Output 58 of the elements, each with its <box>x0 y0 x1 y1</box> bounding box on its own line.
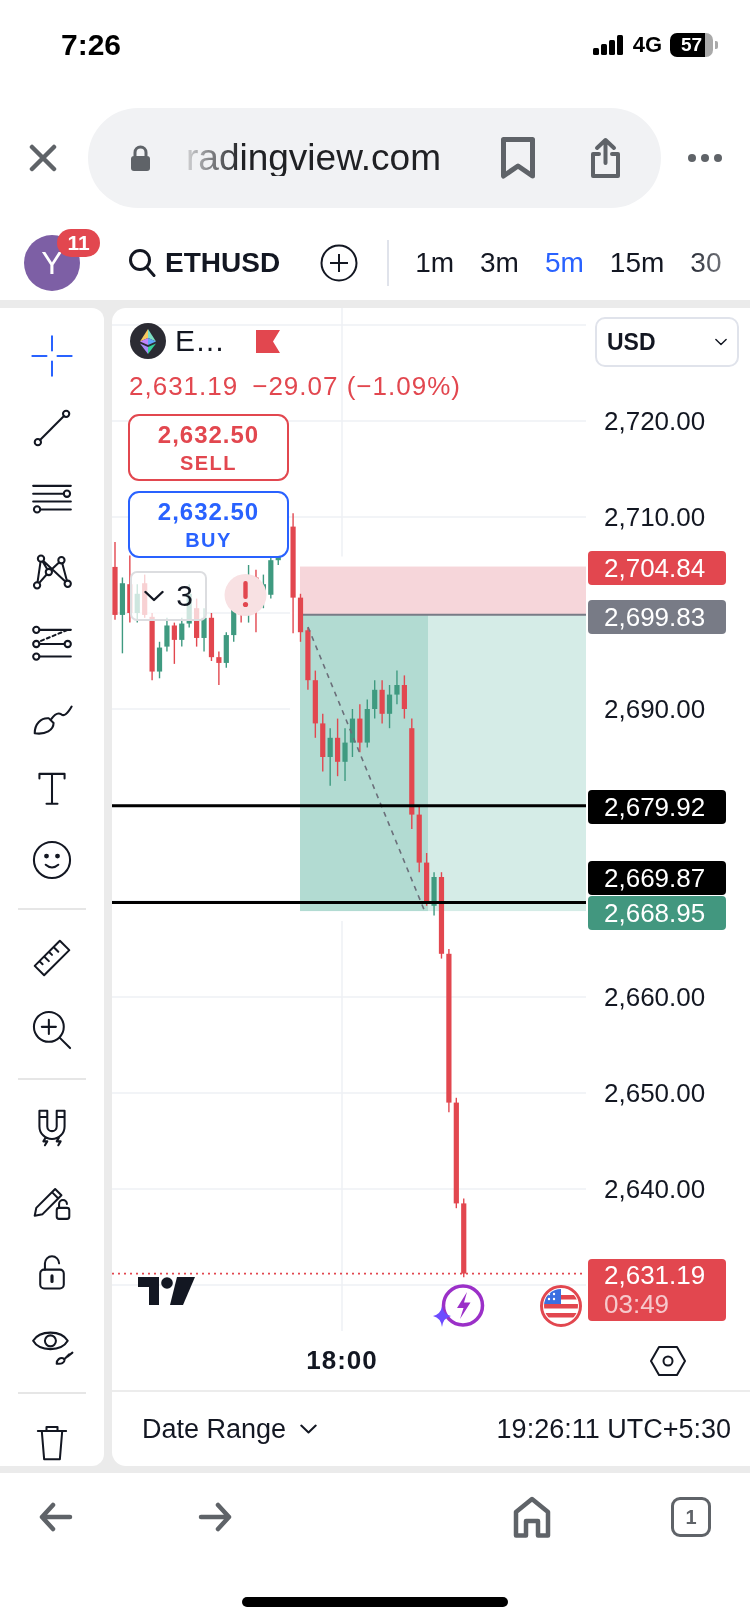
interval-tab[interactable]: 3m <box>480 248 519 277</box>
lightning-icon[interactable] <box>433 1283 485 1328</box>
logo-icon <box>138 1276 195 1305</box>
buy-button[interactable]: 2,632.50 BUY <box>128 491 289 558</box>
price-tick-label: 2,650.00 <box>604 1078 706 1108</box>
network-label: 4G <box>632 34 662 56</box>
url-text[interactable]: radingview.com <box>186 139 441 176</box>
price-tag: 2,669.87 <box>588 861 726 895</box>
arrow-left-icon[interactable] <box>39 1502 73 1532</box>
price-tick-label: 2,690.00 <box>604 694 706 724</box>
flag-icon[interactable] <box>256 329 280 353</box>
price-tick-label: 2,720.00 <box>604 406 706 436</box>
chevron-down-icon <box>715 338 727 346</box>
price-tag: 2,704.84 <box>588 551 726 585</box>
signal-icon <box>592 35 624 55</box>
bookmark-icon[interactable] <box>500 135 536 180</box>
arrow-right-icon[interactable] <box>198 1502 232 1532</box>
price-tick-label: 2,660.00 <box>604 982 706 1012</box>
price-tag: 2,668.95 <box>588 896 726 930</box>
interval-tab[interactable]: 1m <box>415 248 455 277</box>
crosshair-icon[interactable] <box>30 334 74 378</box>
settings-icon[interactable] <box>650 1344 686 1377</box>
smiley-icon[interactable] <box>30 838 74 882</box>
interval-tab[interactable]: 30 <box>690 248 722 277</box>
time-tick-label: 18:00 <box>306 1347 378 1373</box>
address-bar[interactable]: radingview.com <box>88 107 661 208</box>
symbol-title[interactable]: E… <box>175 326 225 356</box>
more-icon[interactable] <box>688 153 722 162</box>
close-icon[interactable] <box>29 143 57 172</box>
interval-tab[interactable]: 5m <box>544 248 584 277</box>
sell-button[interactable]: 2,632.50 SELL <box>128 414 289 481</box>
home-icon[interactable] <box>513 1496 551 1538</box>
chevron-down-icon <box>300 1424 318 1434</box>
status-time: 7:26 <box>61 30 122 60</box>
chevron-down-icon <box>144 590 165 602</box>
currency-dropdown[interactable]: USD <box>595 317 739 367</box>
clock-text: 19:26:11 UTC+5:30 <box>496 1415 731 1443</box>
symbol-search-button[interactable]: ETHUSD <box>128 247 281 278</box>
last-price: 2,631.19 <box>129 373 239 399</box>
tab-count-button[interactable]: 1 <box>671 1497 711 1537</box>
battery-indicator: 57 <box>670 33 718 57</box>
price-change: −29.07 (−1.09%) <box>252 373 461 399</box>
diamond-coin-icon <box>130 323 166 359</box>
date-range-button[interactable]: Date Range <box>142 1415 318 1443</box>
indicators-toggle-button[interactable]: 3 <box>130 571 207 621</box>
share-icon[interactable] <box>588 136 623 179</box>
price-tick-label: 2,640.00 <box>604 1174 706 1204</box>
price-tick-label: 2,710.00 <box>604 502 706 532</box>
zoom-in-icon[interactable] <box>30 1008 74 1052</box>
flag-circle-icon[interactable] <box>539 1284 583 1328</box>
interval-tab[interactable]: 15m <box>609 248 665 277</box>
price-tag: 2,699.83 <box>588 600 726 634</box>
search-icon <box>128 247 156 278</box>
price-tag: 2,631.19 03:49 <box>588 1259 726 1321</box>
plus-circle-icon[interactable] <box>320 243 359 282</box>
lock-icon <box>130 144 151 171</box>
price-tag: 2,679.92 <box>588 790 726 824</box>
exclamation-icon[interactable] <box>224 573 267 617</box>
